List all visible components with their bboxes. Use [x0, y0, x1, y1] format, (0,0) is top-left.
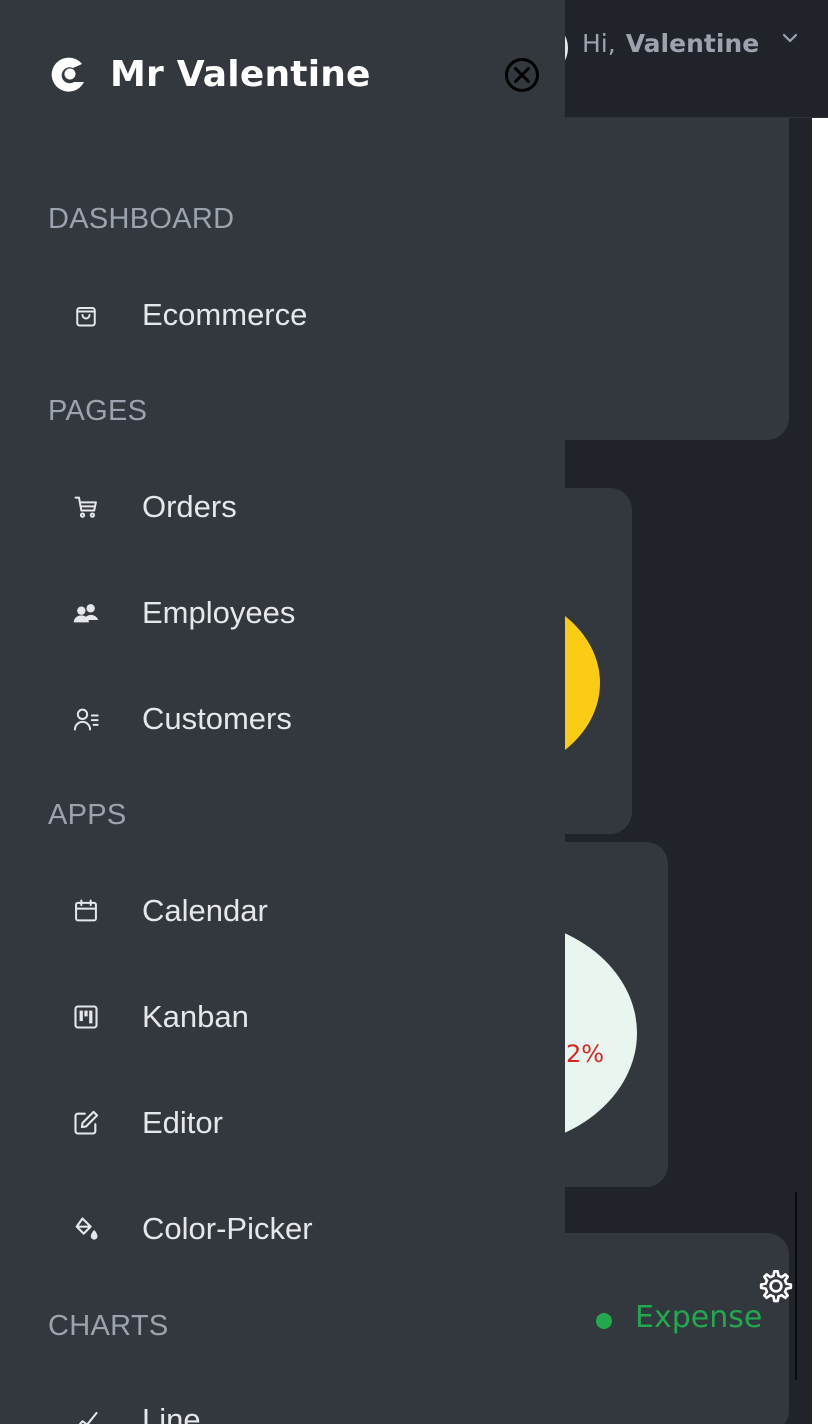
logo-icon	[51, 57, 84, 92]
chevron-down-icon[interactable]	[780, 28, 800, 48]
sidebar-item-orders[interactable]: Orders	[70, 477, 530, 537]
line-chart-icon	[70, 1404, 102, 1424]
sidebar-item-label: Employees	[142, 595, 296, 630]
sidebar-item-label: Ecommerce	[142, 297, 308, 332]
section-dashboard: DASHBOARD	[48, 203, 235, 235]
settings-icon[interactable]	[756, 1266, 796, 1306]
sidebar-item-label: Orders	[142, 489, 237, 524]
sidebar-item-label: Color-Picker	[142, 1211, 313, 1246]
greeting-prefix: Hi,	[582, 28, 616, 58]
section-apps: APPS	[48, 799, 127, 831]
section-charts: CHARTS	[48, 1310, 169, 1342]
sidebar-item-editor[interactable]: Editor	[70, 1093, 530, 1153]
cart-icon	[70, 491, 102, 523]
sidebar-item-color-picker[interactable]: Color-Picker	[70, 1199, 530, 1259]
close-icon[interactable]	[503, 56, 541, 94]
sidebar-item-employees[interactable]: Employees	[70, 583, 530, 643]
shopping-bag-icon	[70, 299, 102, 331]
calendar-icon	[70, 895, 102, 927]
page-edge	[812, 118, 828, 1424]
sidebar-item-kanban[interactable]: Kanban	[70, 987, 530, 1047]
sidebar-item-ecommerce[interactable]: Ecommerce	[70, 285, 530, 345]
brand-link[interactable]: Mr Valentine	[46, 52, 371, 96]
sidebar: Mr Valentine DASHBOARD Ecommerce PAGES O…	[0, 0, 565, 1424]
section-pages: PAGES	[48, 395, 148, 427]
legend-dot	[596, 1313, 612, 1329]
kanban-icon	[70, 1001, 102, 1033]
sidebar-item-line[interactable]: Line	[70, 1390, 530, 1424]
user-greeting[interactable]: Hi, Valentine	[582, 28, 759, 58]
sidebar-item-label: Kanban	[142, 999, 249, 1034]
user-list-icon	[70, 703, 102, 735]
brand-name: Mr Valentine	[110, 53, 371, 95]
sidebar-item-label: Editor	[142, 1105, 223, 1140]
sidebar-item-calendar[interactable]: Calendar	[70, 881, 530, 941]
sidebar-item-customers[interactable]: Customers	[70, 689, 530, 749]
user-name: Valentine	[625, 28, 760, 58]
people-icon	[70, 597, 102, 629]
paint-bucket-icon	[70, 1213, 102, 1245]
edit-icon	[70, 1107, 102, 1139]
legend-label: Expense	[635, 1300, 763, 1335]
sidebar-item-label: Calendar	[142, 893, 268, 928]
sidebar-item-label: Line	[142, 1402, 201, 1424]
sidebar-item-label: Customers	[142, 701, 292, 736]
pie-slice-label: 2%	[566, 1040, 605, 1068]
